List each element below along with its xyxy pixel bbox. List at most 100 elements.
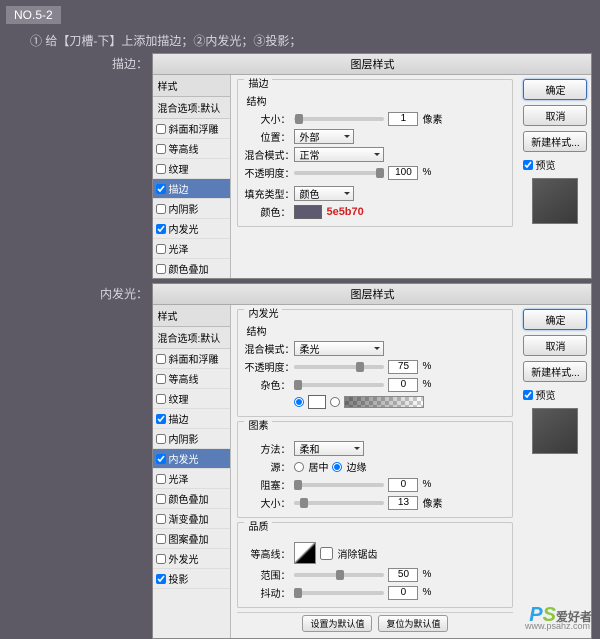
style-item-stroke[interactable]: 描边 bbox=[153, 179, 230, 199]
blendmode-select[interactable]: 正常 bbox=[294, 147, 384, 162]
gradient-radio[interactable] bbox=[330, 397, 340, 407]
filltype-label: 填充类型： bbox=[244, 186, 290, 201]
choke-label: 阻塞： bbox=[244, 477, 290, 492]
opacity-slider[interactable] bbox=[294, 171, 384, 175]
ig-size-label: 大小： bbox=[244, 495, 290, 510]
ok-button-2[interactable]: 确定 bbox=[523, 309, 587, 330]
ig-opacity-label: 不透明度： bbox=[244, 359, 290, 374]
style-item-satin[interactable]: 光泽 bbox=[153, 239, 230, 259]
glow-color-swatch[interactable] bbox=[308, 395, 326, 409]
style-item-stroke-2[interactable]: 描边 bbox=[153, 409, 230, 429]
opacity-input[interactable] bbox=[388, 166, 418, 180]
contour-picker[interactable] bbox=[294, 542, 316, 564]
style-item-texture-2[interactable]: 纹理 bbox=[153, 389, 230, 409]
color-label: 颜色： bbox=[244, 204, 290, 219]
filltype-select[interactable]: 颜色 bbox=[294, 186, 354, 201]
sub-title-structure: 结构 bbox=[246, 93, 506, 108]
range-input[interactable] bbox=[388, 568, 418, 582]
section-label-innerglow: 内发光： bbox=[0, 283, 148, 302]
instruction-text: ① 给【刀槽-下】上添加描边；②内发光；③投影； bbox=[30, 32, 600, 49]
ig-size-input[interactable] bbox=[388, 496, 418, 510]
method-label: 方法： bbox=[244, 441, 290, 456]
style-item-pattern-overlay-2[interactable]: 图案叠加 bbox=[153, 529, 230, 549]
section-stroke: 描边： 图层样式 样式 混合选项:默认 斜面和浮雕 等高线 纹理 描边 内阴影 … bbox=[0, 53, 600, 279]
source-edge-radio[interactable] bbox=[332, 462, 342, 472]
ig-blend-select[interactable]: 柔光 bbox=[294, 341, 384, 356]
new-style-button-2[interactable]: 新建样式... bbox=[523, 361, 587, 382]
size-input[interactable] bbox=[388, 112, 418, 126]
style-item-color-overlay-2[interactable]: 颜色叠加 bbox=[153, 489, 230, 509]
sub-structure-2: 结构 bbox=[246, 323, 506, 338]
size-unit: 像素 bbox=[422, 111, 442, 126]
group-title-elements: 图素 bbox=[244, 417, 272, 432]
right-column: 确定 取消 新建样式... 预览 bbox=[519, 75, 591, 278]
position-label: 位置： bbox=[244, 129, 290, 144]
jitter-label: 抖动： bbox=[244, 585, 290, 600]
pct-label: % bbox=[422, 167, 431, 178]
ok-button[interactable]: 确定 bbox=[523, 79, 587, 100]
style-item-inner-glow-2[interactable]: 内发光 bbox=[153, 449, 230, 469]
cancel-button-2[interactable]: 取消 bbox=[523, 335, 587, 356]
source-label: 源： bbox=[244, 459, 290, 474]
style-item-contour[interactable]: 等高线 bbox=[153, 139, 230, 159]
size-slider[interactable] bbox=[294, 117, 384, 121]
method-select[interactable]: 柔和 bbox=[294, 441, 364, 456]
style-item-gradient-overlay-2[interactable]: 渐变叠加 bbox=[153, 509, 230, 529]
cancel-button[interactable]: 取消 bbox=[523, 105, 587, 126]
style-item-outer-glow-2[interactable]: 外发光 bbox=[153, 549, 230, 569]
right-column-2: 确定 取消 新建样式... 预览 bbox=[519, 305, 591, 638]
blendmode-label: 混合模式： bbox=[244, 147, 290, 162]
color-radio[interactable] bbox=[294, 397, 304, 407]
step-tag: NO.5-2 bbox=[6, 6, 61, 24]
ig-noise-input[interactable] bbox=[388, 378, 418, 392]
style-item-inner-shadow-2[interactable]: 内阴影 bbox=[153, 429, 230, 449]
styles-header: 样式 bbox=[153, 75, 230, 97]
new-style-button[interactable]: 新建样式... bbox=[523, 131, 587, 152]
innerglow-panel: 内发光 结构 混合模式： 柔光 不透明度： % 杂色： bbox=[231, 305, 519, 638]
ig-opacity-input[interactable] bbox=[388, 360, 418, 374]
styles-list: 样式 混合选项:默认 斜面和浮雕 等高线 纹理 描边 内阴影 内发光 光泽 颜色… bbox=[153, 75, 231, 278]
styles-header-2: 样式 bbox=[153, 305, 230, 327]
preview-thumbnail bbox=[532, 178, 578, 224]
blend-options-row[interactable]: 混合选项:默认 bbox=[153, 97, 230, 119]
ig-noise-slider[interactable] bbox=[294, 383, 384, 387]
color-swatch[interactable] bbox=[294, 205, 322, 219]
set-default-button[interactable]: 设置为默认值 bbox=[302, 615, 372, 632]
range-label: 范围： bbox=[244, 567, 290, 582]
position-select[interactable]: 外部 bbox=[294, 129, 354, 144]
section-label-stroke: 描边： bbox=[0, 53, 148, 72]
opacity-label: 不透明度： bbox=[244, 165, 290, 180]
choke-input[interactable] bbox=[388, 478, 418, 492]
dialog-title: 图层样式 bbox=[153, 54, 591, 75]
layer-style-dialog-innerglow: 图层样式 样式 混合选项:默认 斜面和浮雕 等高线 纹理 描边 内阴影 内发光 … bbox=[152, 283, 592, 639]
style-item-bevel[interactable]: 斜面和浮雕 bbox=[153, 119, 230, 139]
group-title-quality: 品质 bbox=[244, 518, 272, 533]
style-item-texture[interactable]: 纹理 bbox=[153, 159, 230, 179]
style-item-inner-glow[interactable]: 内发光 bbox=[153, 219, 230, 239]
preview-checkbox[interactable] bbox=[523, 160, 533, 170]
gradient-bar[interactable] bbox=[344, 396, 424, 408]
style-item-color-overlay[interactable]: 颜色叠加 bbox=[153, 259, 230, 278]
preview-label: 预览 bbox=[535, 157, 555, 172]
jitter-input[interactable] bbox=[388, 586, 418, 600]
ig-noise-label: 杂色： bbox=[244, 377, 290, 392]
jitter-slider[interactable] bbox=[294, 591, 384, 595]
ig-size-slider[interactable] bbox=[294, 501, 384, 505]
style-item-inner-shadow[interactable]: 内阴影 bbox=[153, 199, 230, 219]
reset-default-button[interactable]: 复位为默认值 bbox=[378, 615, 448, 632]
style-item-bevel-2[interactable]: 斜面和浮雕 bbox=[153, 349, 230, 369]
ig-blend-label: 混合模式： bbox=[244, 341, 290, 356]
choke-slider[interactable] bbox=[294, 483, 384, 487]
antialias-checkbox[interactable] bbox=[320, 547, 333, 560]
stroke-panel: 描边 结构 大小： 像素 位置： 外部 混合模式： 正常 bbox=[231, 75, 519, 278]
style-item-satin-2[interactable]: 光泽 bbox=[153, 469, 230, 489]
ig-opacity-slider[interactable] bbox=[294, 365, 384, 369]
blend-options-row-2[interactable]: 混合选项:默认 bbox=[153, 327, 230, 349]
style-item-contour-2[interactable]: 等高线 bbox=[153, 369, 230, 389]
source-center-radio[interactable] bbox=[294, 462, 304, 472]
preview-checkbox-2[interactable] bbox=[523, 390, 533, 400]
range-slider[interactable] bbox=[294, 573, 384, 577]
section-inner-glow: 内发光： 图层样式 样式 混合选项:默认 斜面和浮雕 等高线 纹理 描边 内阴影… bbox=[0, 283, 600, 639]
preview-thumbnail-2 bbox=[532, 408, 578, 454]
style-item-drop-shadow-2[interactable]: 投影 bbox=[153, 569, 230, 589]
